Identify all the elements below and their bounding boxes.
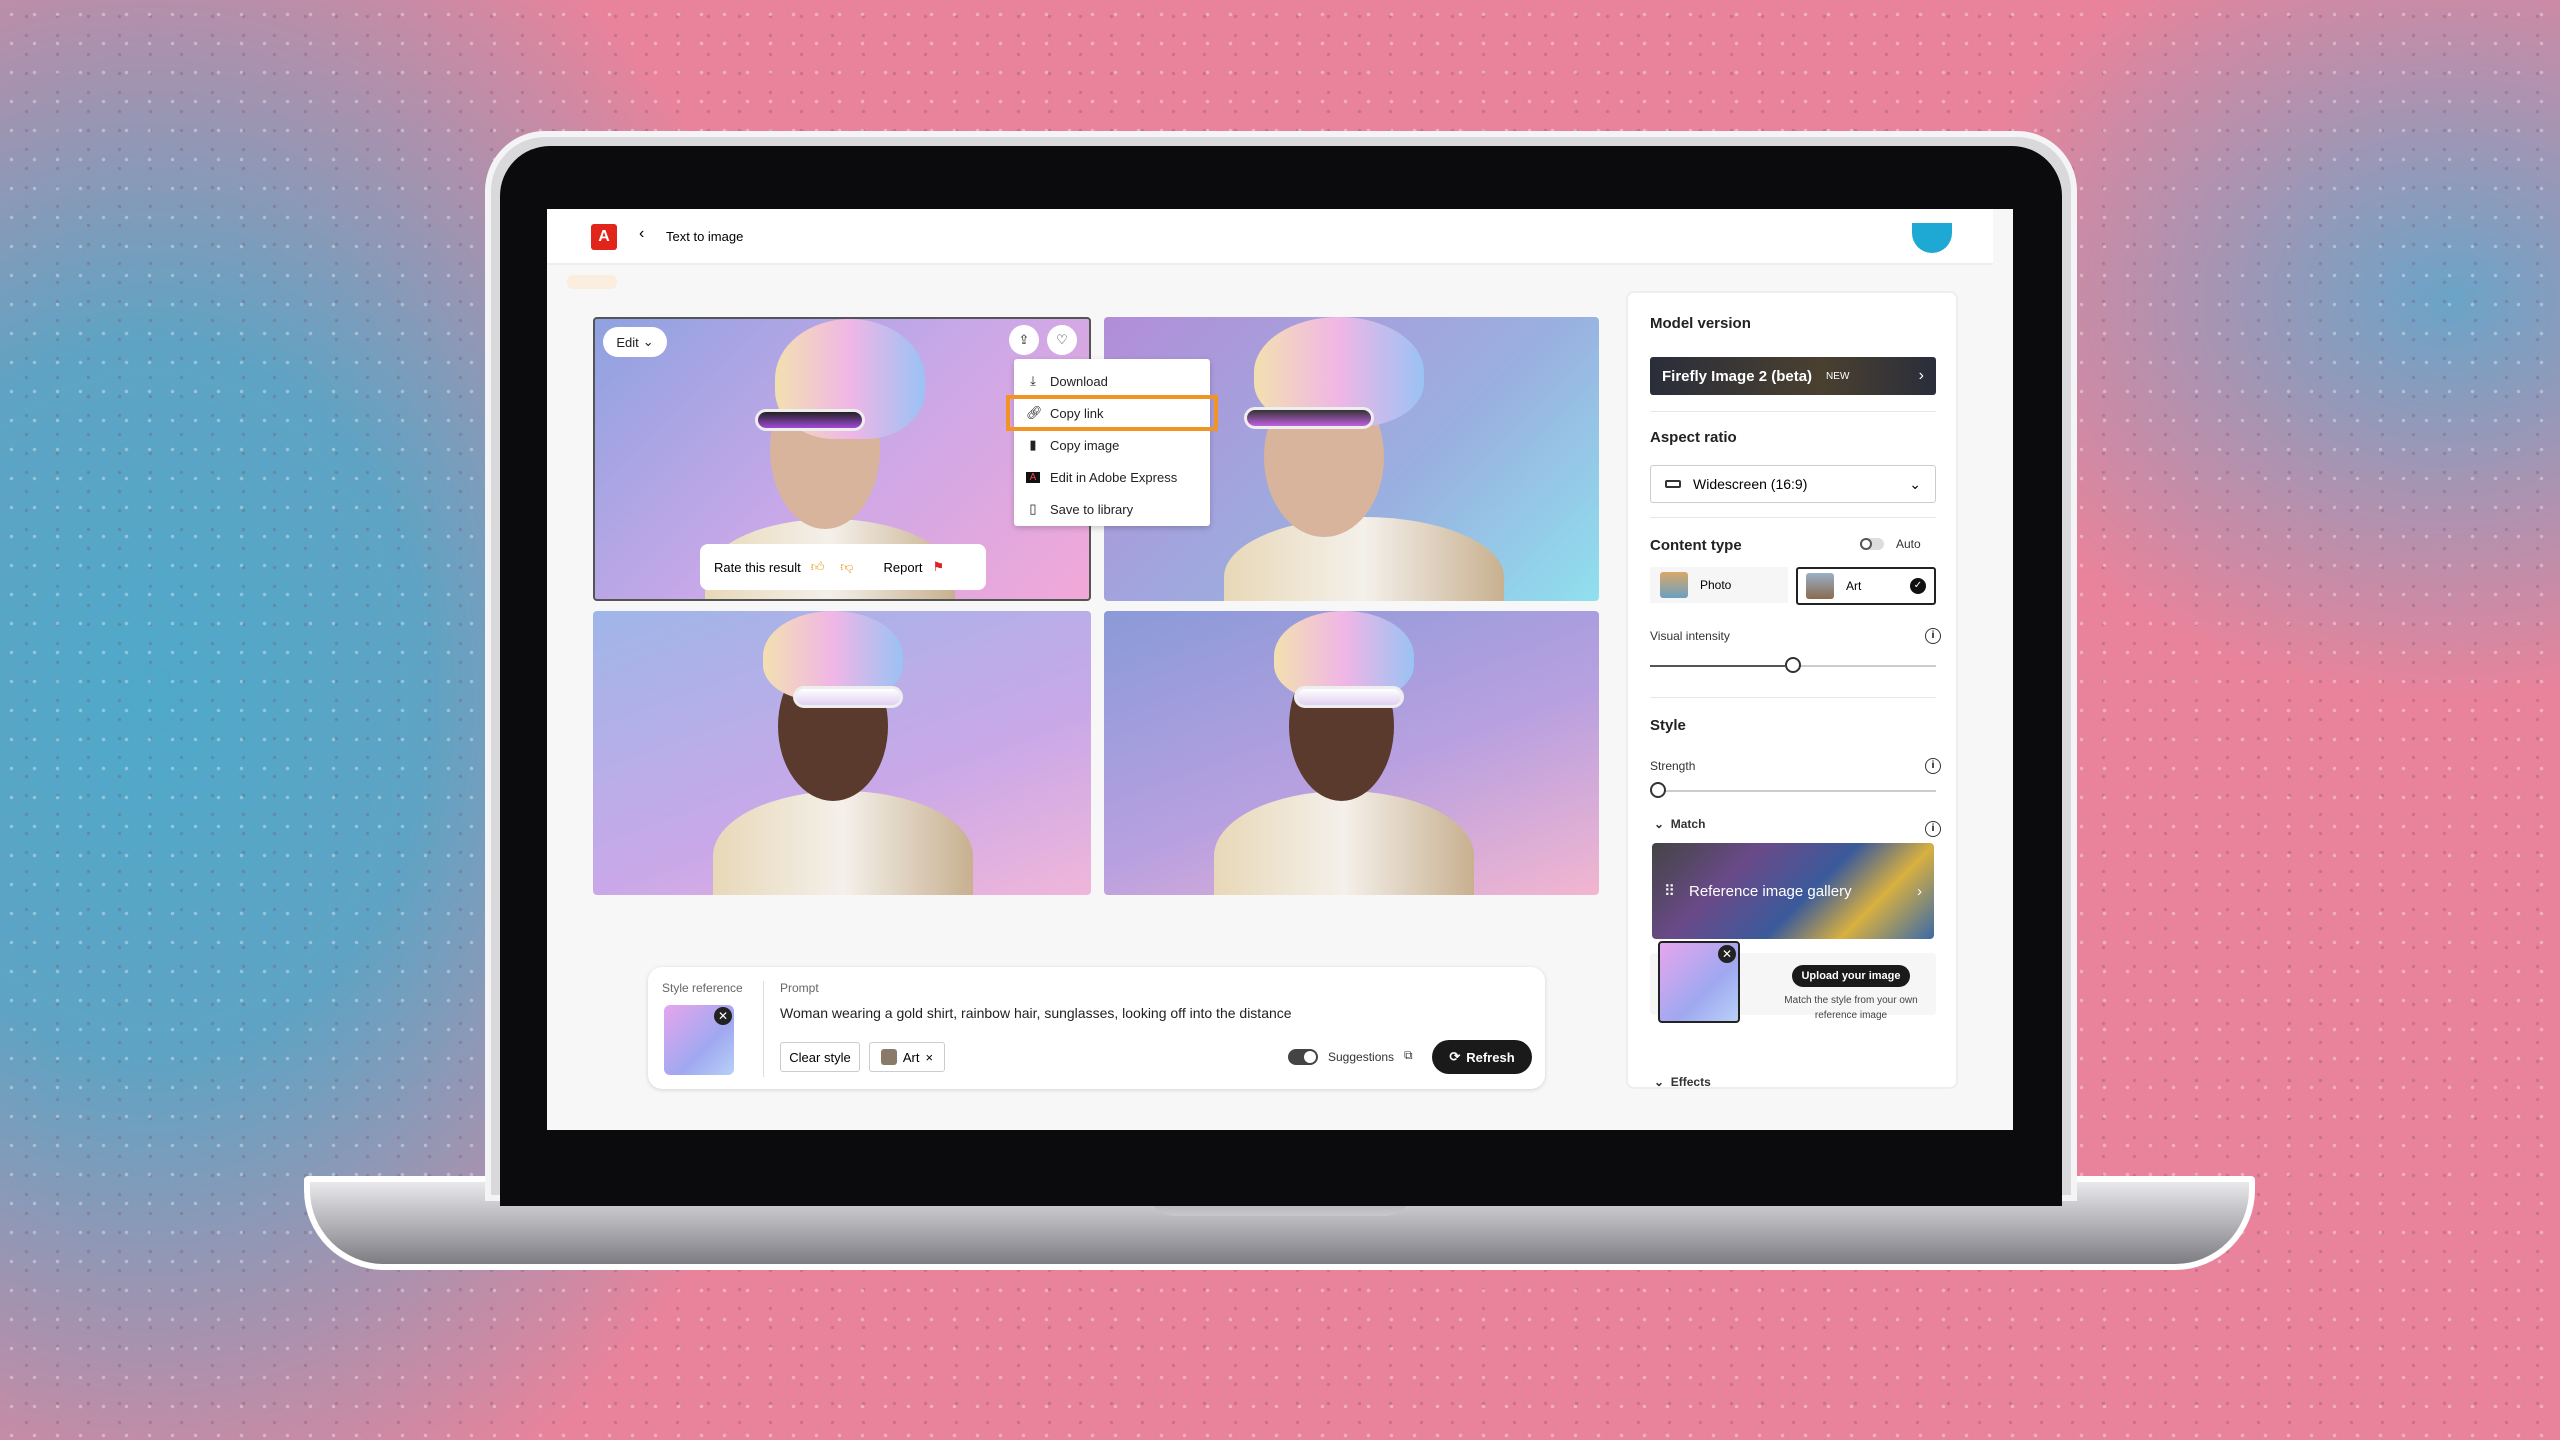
aspect-ratio-dropdown[interactable]: Widescreen (16:9) ⌄ (1650, 465, 1936, 503)
chevron-down-icon: ⌄ (1654, 1075, 1665, 1089)
menu-label: Copy link (1050, 405, 1104, 421)
menu-item-save-to-library[interactable]: ▯ Save to library (1014, 493, 1210, 525)
upload-description: Match the style from your own reference … (1784, 995, 1918, 1021)
prompt-input[interactable]: Woman wearing a gold shirt, rainbow hair… (780, 1005, 1292, 1021)
thumbs-up-icon[interactable]: 👍︎ (811, 559, 825, 575)
prompt-bar: Style reference ✕ Prompt Woman wearing a… (648, 967, 1545, 1089)
link-icon: 🔗︎ (1026, 405, 1043, 420)
chevron-right-icon: › (1918, 367, 1924, 384)
result-image-3[interactable] (593, 611, 1091, 895)
menu-label: Save to library (1050, 501, 1134, 517)
visual-intensity-label: Visual intensity (1650, 629, 1730, 643)
match-label: Match (1670, 817, 1706, 831)
aspect-ratio-value: Widescreen (16:9) (1693, 476, 1808, 492)
chevron-left-icon[interactable]: ‹ (639, 225, 644, 243)
art-label: Art (1846, 579, 1862, 593)
aspect-ratio-title: Aspect ratio (1650, 429, 1737, 446)
model-version-title: Model version (1650, 315, 1751, 332)
suggestions-icon[interactable]: ⧉ (1404, 1048, 1413, 1063)
photo-thumbnail (1660, 572, 1688, 598)
checkmark-icon: ✓ (1910, 578, 1926, 594)
menu-label: Download (1050, 373, 1108, 389)
content-type-art[interactable]: Art ✓ (1796, 567, 1936, 605)
clear-style-button[interactable]: Clear style (780, 1042, 860, 1072)
chevron-right-icon: › (1917, 882, 1922, 900)
blurred-label (567, 275, 617, 289)
uploaded-reference-image[interactable]: ✕ (1658, 941, 1740, 1023)
new-badge: NEW (1826, 370, 1850, 382)
menu-item-download[interactable]: ⤓ Download (1014, 365, 1210, 397)
rate-label: Rate this result (714, 559, 801, 575)
edit-button[interactable]: Edit ⌄ (603, 327, 667, 357)
match-section-toggle[interactable]: ⌄ Match (1654, 817, 1705, 831)
report-button[interactable]: Report (884, 560, 923, 575)
suggestions-toggle[interactable] (1288, 1049, 1318, 1065)
reference-image-gallery[interactable]: ⠿ Reference image gallery › (1652, 843, 1934, 939)
gallery-label: Reference image gallery (1689, 882, 1852, 900)
suggestions-label: Suggestions (1328, 1050, 1395, 1064)
info-icon[interactable]: i (1925, 758, 1941, 774)
visual-intensity-slider[interactable] (1785, 657, 1801, 673)
info-icon[interactable]: i (1925, 821, 1941, 837)
content-type-photo[interactable]: Photo (1650, 567, 1788, 603)
style-reference-label: Style reference (662, 981, 743, 995)
content-type-title: Content type (1650, 537, 1742, 554)
page-title: Text to image (666, 229, 744, 244)
grid-icon: ⠿ (1664, 883, 1675, 900)
remove-icon[interactable]: ✕ (714, 1007, 732, 1025)
menu-item-copy-image[interactable]: ▮ Copy image (1014, 429, 1210, 461)
settings-panel: Model version Firefly Image 2 (beta) NEW… (1626, 291, 1958, 1089)
auto-toggle[interactable] (1860, 538, 1884, 550)
share-icon[interactable]: ⇪ (1009, 325, 1039, 355)
refresh-icon: ⟳ (1449, 1049, 1461, 1064)
refresh-label: Refresh (1466, 1049, 1515, 1065)
widescreen-icon (1665, 480, 1681, 488)
prompt-label: Prompt (780, 981, 819, 995)
info-icon[interactable]: i (1925, 628, 1941, 644)
adobe-logo[interactable]: A (591, 224, 617, 250)
art-thumbnail (1806, 573, 1834, 599)
menu-item-edit-in-adobe-express[interactable]: A Edit in Adobe Express (1014, 461, 1210, 493)
menu-label: Copy image (1050, 437, 1120, 453)
model-name: Firefly Image 2 (beta) (1662, 367, 1813, 385)
strength-label: Strength (1650, 759, 1696, 773)
chevron-down-icon: ⌄ (1909, 475, 1921, 492)
strength-slider[interactable] (1650, 782, 1666, 798)
auto-label: Auto (1896, 537, 1921, 551)
chevron-down-icon: ⌄ (1654, 817, 1665, 831)
effects-section-toggle[interactable]: ⌄ Effects (1654, 1075, 1711, 1089)
art-thumbnail (880, 1049, 897, 1065)
upload-image-button[interactable]: Upload your image (1792, 965, 1910, 987)
download-icon: ⤓ (1030, 373, 1036, 388)
style-reference-thumbnail[interactable]: ✕ (664, 1005, 734, 1075)
menu-item-copy-link[interactable]: 🔗︎ Copy link (1006, 395, 1218, 431)
heart-icon[interactable]: ♡ (1047, 325, 1077, 355)
flag-icon: ⚑ (932, 559, 945, 574)
header: A ‹ Text to image (547, 209, 1993, 265)
divider (763, 981, 764, 1077)
share-menu: ⤓ Download 🔗︎ Copy link ▮ Copy image A Edit … (1006, 359, 1218, 526)
menu-label: Edit in Adobe Express (1050, 469, 1178, 485)
art-chip-label: Art (902, 1049, 920, 1065)
style-title: Style (1650, 717, 1686, 734)
art-chip[interactable]: Art × (869, 1042, 945, 1072)
edit-label: Edit (616, 334, 639, 350)
refresh-button[interactable]: ⟳ Refresh (1432, 1040, 1532, 1074)
clipboard-icon: ▮ (1029, 437, 1037, 452)
result-image-4[interactable] (1104, 611, 1599, 895)
effects-label: Effects (1670, 1075, 1711, 1089)
app-screen: A ‹ Text to image Edit ⌄ ⇪ ♡ ⤓ Download 🔗︎… (547, 209, 2013, 1130)
adobe-express-icon: A (1026, 471, 1040, 483)
avatar[interactable] (1912, 223, 1952, 253)
library-icon: ▯ (1029, 501, 1037, 516)
photo-label: Photo (1700, 578, 1732, 592)
close-icon[interactable]: × (926, 1050, 934, 1065)
model-selector[interactable]: Firefly Image 2 (beta) NEW › (1650, 357, 1936, 395)
rating-bar: Rate this result 👍︎ 👎︎ Report ⚑ (700, 544, 986, 590)
thumbs-down-icon[interactable]: 👎︎ (840, 559, 853, 575)
remove-icon[interactable]: ✕ (1718, 945, 1736, 963)
chevron-down-icon: ⌄ (642, 334, 654, 349)
